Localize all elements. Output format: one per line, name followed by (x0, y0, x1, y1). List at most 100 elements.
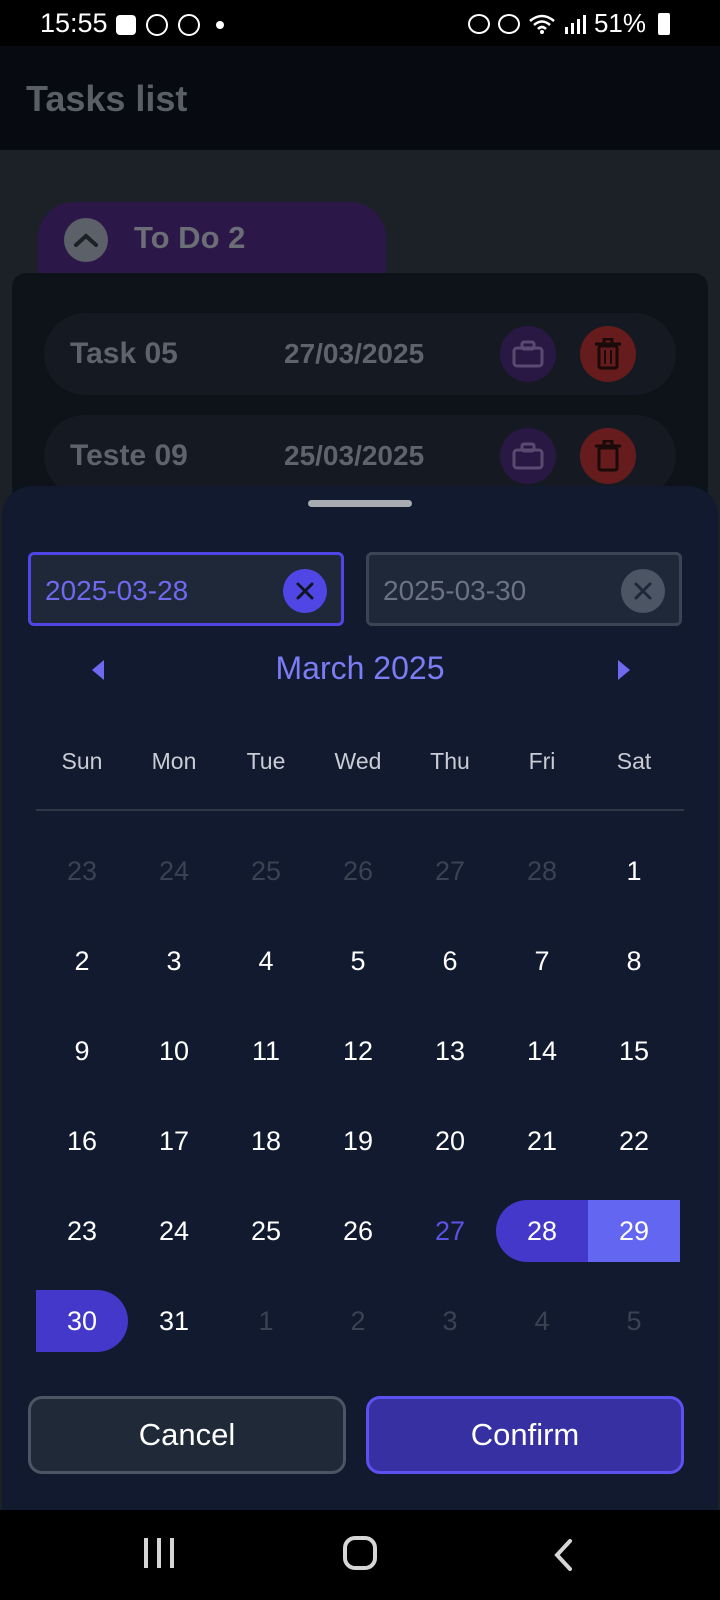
calendar-day[interactable]: 24 (128, 1186, 220, 1276)
task-row[interactable]: Teste 09 25/03/2025 (44, 415, 676, 497)
calendar-day[interactable]: 12 (312, 1006, 404, 1096)
calendar-day[interactable]: 5 (312, 916, 404, 1006)
notification-icons (116, 14, 224, 36)
calendar-day[interactable]: 6 (404, 916, 496, 1006)
weekday-label: Fri (528, 748, 556, 774)
calendar-day[interactable]: 7 (496, 916, 588, 1006)
task-date: 27/03/2025 (284, 338, 425, 369)
next-month-icon[interactable] (618, 660, 630, 680)
divider (36, 809, 684, 811)
task-row[interactable]: Task 05 27/03/2025 (44, 313, 676, 395)
wifi-icon (529, 14, 555, 34)
weekday-label: Sat (616, 748, 652, 774)
calendar-day[interactable]: 19 (312, 1096, 404, 1186)
calendar-day[interactable]: 22 (588, 1096, 680, 1186)
battery-icon (658, 12, 670, 35)
group-label: To Do 2 (134, 220, 246, 255)
page-title: Tasks list (26, 78, 188, 119)
end-date-field[interactable]: 2025-03-30 (366, 552, 682, 626)
calendar-day[interactable]: 2 (36, 916, 128, 1006)
task-date: 25/03/2025 (284, 440, 425, 471)
recent-apps-button[interactable] (144, 1538, 174, 1568)
calendar-day[interactable]: 1 (588, 826, 680, 916)
calendar-day[interactable]: 23 (36, 1186, 128, 1276)
calendar-day[interactable]: 8 (588, 916, 680, 1006)
calendar-day[interactable]: 15 (588, 1006, 680, 1096)
calendar-day[interactable]: 28 (496, 1200, 588, 1262)
briefcase-icon (512, 442, 544, 470)
calendar-day: 26 (342, 855, 374, 886)
gallery-icon (116, 15, 136, 35)
trash-icon (595, 440, 621, 472)
weekday-label: Mon (151, 748, 197, 774)
start-date-value: 2025-03-28 (45, 575, 189, 606)
calendar-day[interactable]: 30 (36, 1290, 128, 1352)
weekday-label: Tue (246, 748, 286, 774)
mute-icon (497, 13, 520, 34)
weekday-label: Sun (61, 748, 103, 774)
weekday-label: Thu (430, 748, 470, 774)
alarm-icon (467, 13, 490, 34)
confirm-button[interactable]: Confirm (366, 1396, 684, 1474)
calendar-day[interactable]: 14 (496, 1006, 588, 1096)
trash-icon (595, 338, 621, 370)
calendar-day[interactable]: 4 (220, 916, 312, 1006)
drag-handle[interactable] (308, 500, 412, 507)
back-icon[interactable] (552, 1538, 576, 1572)
calendar-day: 1 (258, 1305, 274, 1336)
date-range-picker-sheet: 2025-03-28 2025-03-30 March 2025 Sun Mon… (2, 486, 718, 1510)
task-name: Task 05 (70, 337, 178, 370)
system-icons: 51% (467, 8, 670, 39)
home-button[interactable] (343, 1536, 377, 1570)
system-navigation-bar (0, 1510, 720, 1600)
calendar-day[interactable]: 21 (496, 1096, 588, 1186)
work-button[interactable] (500, 326, 556, 382)
calendar-day: 5 (626, 1305, 642, 1336)
calendar-day[interactable]: 3 (128, 916, 220, 1006)
whatsapp-icon (146, 14, 168, 36)
calendar-day[interactable]: 13 (404, 1006, 496, 1096)
calendar-day: 4 (534, 1305, 550, 1336)
calendar-day: 25 (250, 855, 282, 886)
clear-end-date-button[interactable] (621, 569, 665, 613)
delete-button[interactable] (580, 326, 636, 382)
app-header: Tasks list (0, 46, 720, 150)
close-icon (296, 582, 314, 600)
delete-button[interactable] (580, 428, 636, 484)
cancel-button[interactable]: Cancel (28, 1396, 346, 1474)
calendar-day: 27 (434, 855, 466, 886)
calendar-day[interactable]: 16 (36, 1096, 128, 1186)
chevron-up-icon (74, 233, 98, 247)
calendar-day: 3 (442, 1305, 458, 1336)
calendar-day[interactable]: 25 (220, 1186, 312, 1276)
start-date-field[interactable]: 2025-03-28 (28, 552, 344, 626)
status-bar: 15:55 51% (0, 0, 720, 46)
briefcase-icon (512, 340, 544, 368)
calendar-day[interactable]: 17 (128, 1096, 220, 1186)
calendar-day[interactable]: 31 (128, 1276, 220, 1366)
status-time: 15:55 (40, 8, 108, 38)
calendar-day[interactable]: 29 (588, 1200, 680, 1262)
calendar-day: 24 (158, 855, 190, 886)
calendar-day[interactable]: 20 (404, 1096, 496, 1186)
weekday-header: Sun Mon Tue Wed Thu Fri Sat (36, 748, 684, 775)
calendar-day[interactable]: 11 (220, 1006, 312, 1096)
calendar-day[interactable]: 26 (312, 1186, 404, 1276)
calendar-day[interactable]: 10 (128, 1006, 220, 1096)
clear-start-date-button[interactable] (283, 569, 327, 613)
collapse-button[interactable] (64, 218, 108, 262)
calendar-day: 2 (350, 1305, 366, 1336)
calendar-day[interactable]: 27 (404, 1186, 496, 1276)
app-notification-icon (178, 14, 200, 36)
weekday-label: Wed (334, 748, 382, 774)
battery-percent: 51% (593, 8, 646, 38)
calendar-day[interactable]: 9 (36, 1006, 128, 1096)
calendar-day[interactable]: 18 (220, 1096, 312, 1186)
more-notifications-icon (216, 21, 224, 29)
task-name: Teste 09 (70, 439, 188, 472)
signal-icon (564, 14, 586, 34)
month-title: March 2025 (275, 650, 445, 686)
work-button[interactable] (500, 428, 556, 484)
calendar-day: 28 (526, 855, 558, 886)
end-date-value: 2025-03-30 (383, 575, 527, 606)
